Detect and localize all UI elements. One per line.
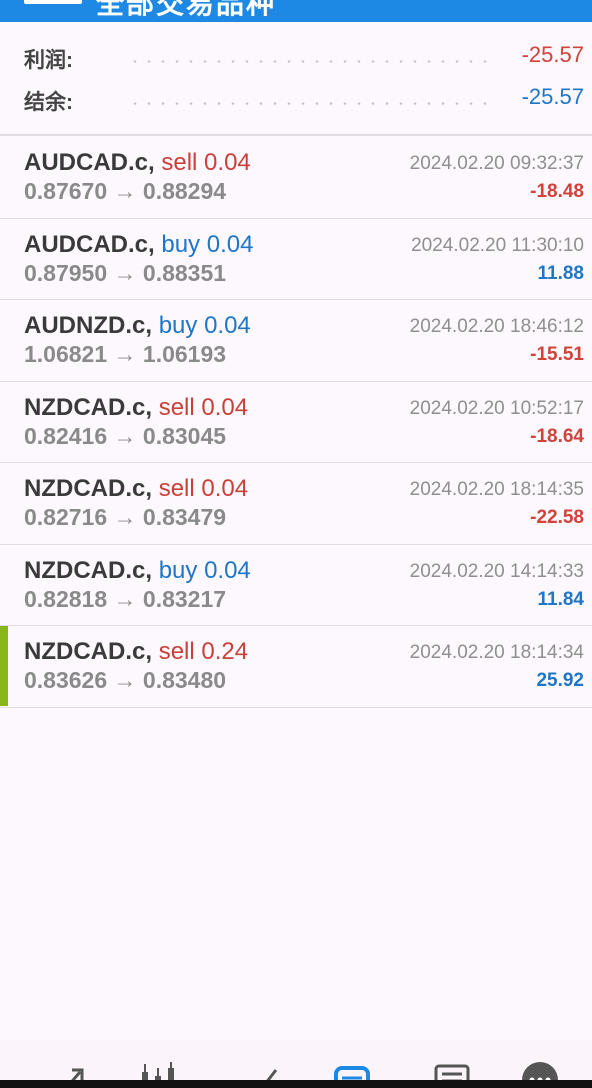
trade-row[interactable]: NZDCAD.c, buy 0.04 0.82818 → 0.83217 202… (0, 545, 592, 626)
trade-side: buy (158, 312, 198, 339)
symbol-name: NZDCAD.c, (24, 638, 153, 665)
trade-time: 2024.02.20 18:14:34 (409, 642, 584, 663)
profit-value: -25.57 (521, 42, 584, 67)
dotted-leader (128, 102, 488, 105)
trade-time: 2024.02.20 10:52:17 (409, 397, 584, 419)
top-app-bar: 全部交易品种 (0, 0, 592, 22)
trade-symbol: NZDCAD.c, buy 0.04 (24, 557, 251, 585)
trade-time: 2024.02.20 18:46:12 (409, 316, 584, 337)
trade-side: sell (158, 393, 195, 421)
trade-volume: 0.24 (201, 638, 249, 665)
trade-prices: 0.82716 → 0.83479 (24, 504, 227, 530)
symbol-name: NZDCAD.c, (24, 393, 153, 421)
symbol-name: AUDNZD.c, (24, 312, 153, 339)
trade-symbol: NZDCAD.c, sell 0.04 (24, 394, 248, 422)
trade-volume: 0.04 (204, 149, 251, 176)
bottom-navigation (0, 1040, 592, 1088)
symbol-name: NZDCAD.c, (24, 475, 153, 502)
symbol-name: AUDCAD.c, (24, 149, 155, 176)
trade-profit: 11.88 (537, 262, 585, 284)
trade-side: buy (158, 556, 198, 584)
trade-time: 2024.02.20 09:32:37 (409, 153, 584, 174)
trade-profit: -18.48 (530, 181, 584, 202)
trade-symbol: NZDCAD.c, sell 0.04 (24, 475, 248, 503)
trade-profit: -22.58 (530, 507, 584, 528)
trade-profit: 11.84 (537, 588, 585, 610)
trade-list: AUDCAD.c, sell 0.04 0.87670 → 0.88294 20… (0, 137, 592, 708)
trade-side: sell (158, 475, 195, 502)
profit-row: 利润: -25.57 (24, 42, 584, 74)
trade-side: sell (158, 638, 195, 665)
trade-prices: 1.06821 → 1.06193 (24, 341, 227, 367)
trade-profit: -18.64 (530, 425, 584, 447)
trade-time: 2024.02.20 11:30:10 (411, 234, 584, 256)
balance-row: 结余: -25.57 (24, 84, 584, 116)
trade-volume: 0.04 (204, 556, 251, 584)
menu-icon[interactable] (24, 0, 82, 4)
trade-row[interactable]: AUDCAD.c, sell 0.04 0.87670 → 0.88294 20… (0, 137, 592, 219)
dotted-leader (128, 60, 488, 63)
trade-symbol: AUDCAD.c, buy 0.04 (24, 231, 253, 259)
trade-symbol: AUDNZD.c, buy 0.04 (24, 312, 251, 340)
trade-prices: 0.83626 → 0.83480 (24, 667, 227, 693)
page-title: 全部交易品种 (96, 0, 277, 19)
profit-label: 利润: (24, 49, 73, 72)
symbol-name: NZDCAD.c, (24, 556, 153, 584)
balance-label: 结余: (24, 91, 73, 114)
trade-volume: 0.04 (206, 230, 254, 258)
trade-prices: 0.87670 → 0.88294 (24, 178, 227, 204)
trade-volume: 0.04 (201, 393, 249, 421)
symbol-name: AUDCAD.c, (24, 230, 155, 258)
trade-symbol: NZDCAD.c, sell 0.24 (24, 638, 248, 666)
trade-prices: 0.82818 → 0.83217 (24, 585, 227, 612)
balance-value: -25.57 (521, 84, 584, 109)
trade-side: sell (161, 149, 198, 176)
trade-row[interactable]: NZDCAD.c, sell 0.04 0.82716 → 0.83479 20… (0, 463, 592, 545)
trade-volume: 0.04 (201, 475, 249, 502)
trade-row[interactable]: AUDNZD.c, buy 0.04 1.06821 → 1.06193 202… (0, 300, 592, 382)
system-bar (0, 1080, 592, 1088)
trade-prices: 0.87950 → 0.88351 (24, 259, 227, 286)
trade-profit: 25.92 (536, 670, 584, 691)
account-summary: 利润: -25.57 结余: -25.57 (0, 22, 592, 136)
trade-volume: 0.04 (204, 312, 251, 339)
trade-row[interactable]: AUDCAD.c, buy 0.04 0.87950 → 0.88351 202… (0, 219, 592, 300)
trade-side: buy (161, 230, 201, 258)
selected-marker (0, 626, 8, 706)
trade-row[interactable]: NZDCAD.c, sell 0.04 0.82416 → 0.83045 20… (0, 382, 592, 463)
trade-prices: 0.82416 → 0.83045 (24, 422, 227, 449)
trade-symbol: AUDCAD.c, sell 0.04 (24, 149, 251, 177)
trade-row-selected[interactable]: NZDCAD.c, sell 0.24 0.83626 → 0.83480 20… (0, 626, 592, 708)
trade-profit: -15.51 (530, 344, 584, 365)
trade-time: 2024.02.20 14:14:33 (409, 560, 584, 582)
trade-time: 2024.02.20 18:14:35 (409, 479, 584, 500)
